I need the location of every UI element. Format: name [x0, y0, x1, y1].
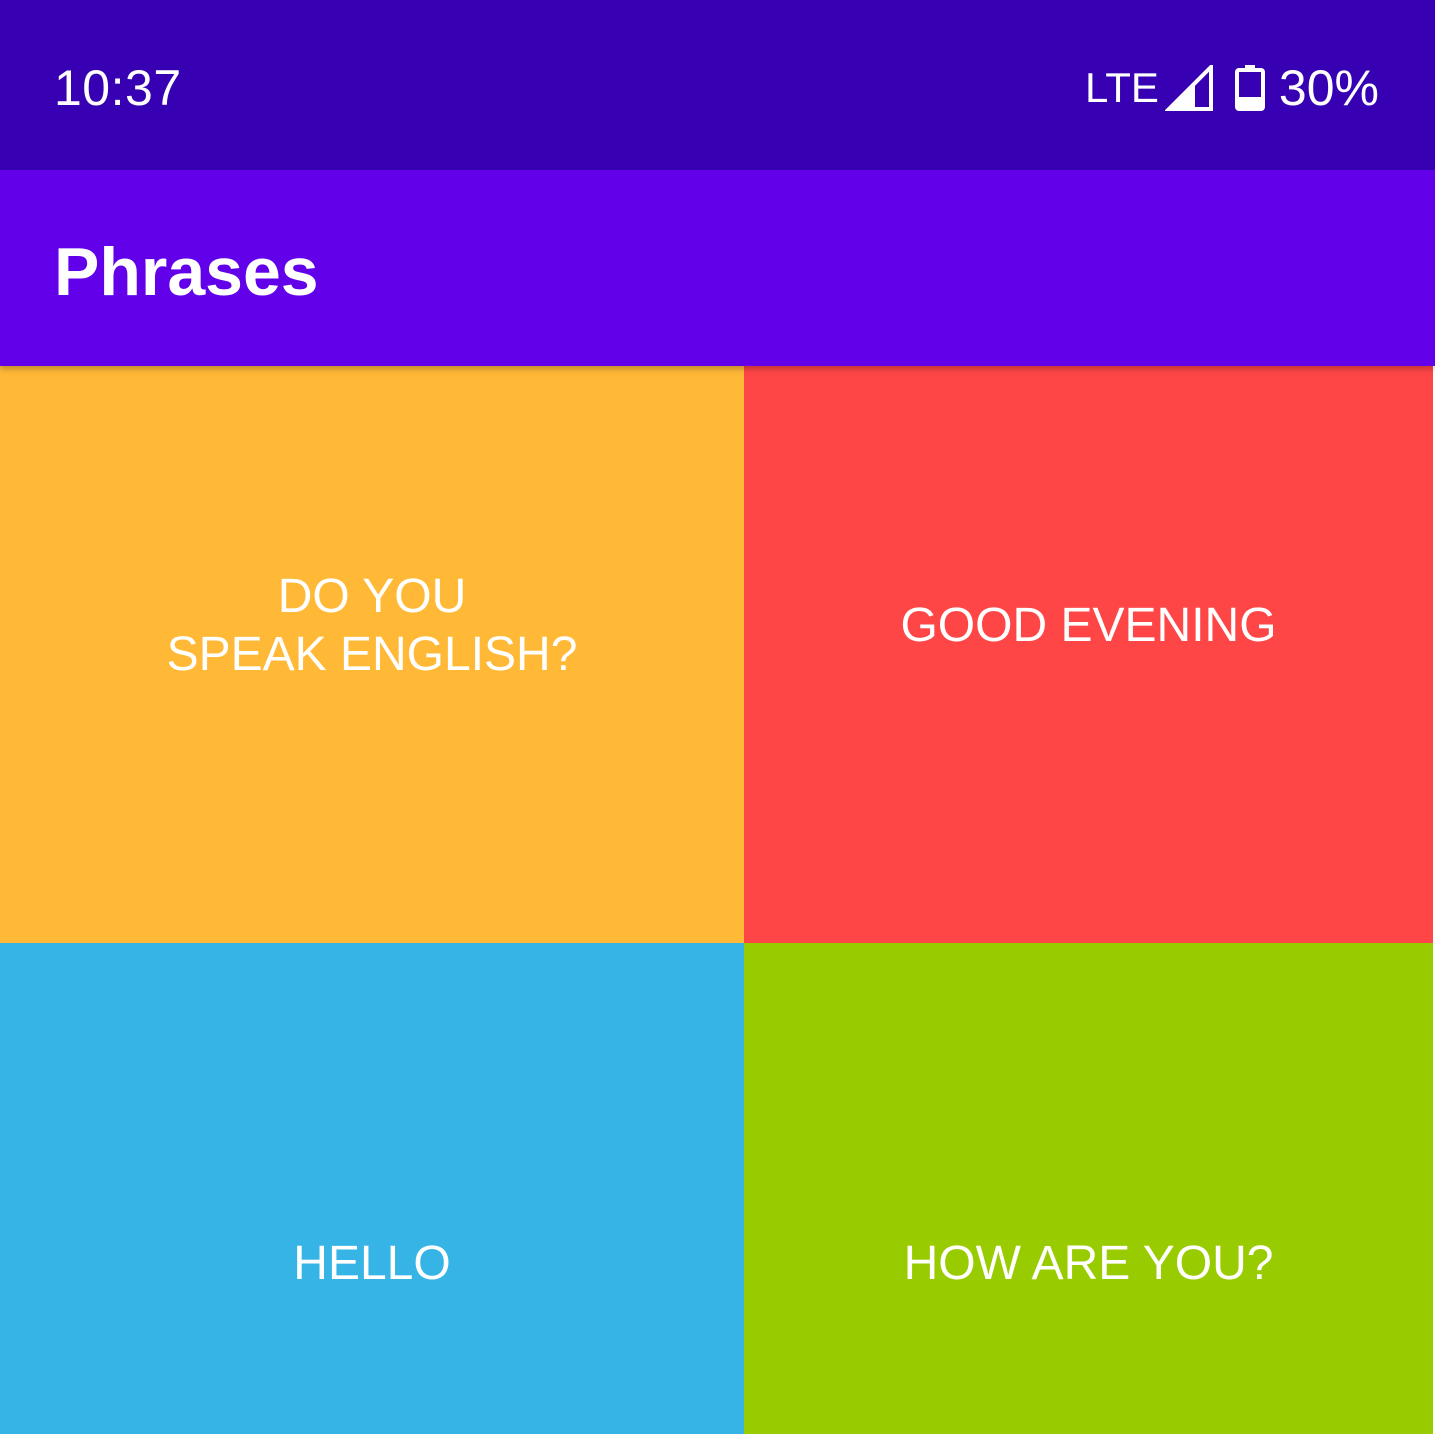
phrase-tile-how-are-you[interactable]: HOW ARE YOU?	[744, 943, 1433, 1434]
status-indicators: LTE 30%	[1085, 58, 1379, 118]
battery-icon	[1234, 65, 1265, 111]
network-type: LTE	[1085, 64, 1159, 111]
phrase-tile-good-evening[interactable]: GOOD EVENING	[744, 366, 1433, 943]
phrase-tile-hello[interactable]: HELLO	[0, 943, 744, 1434]
page-title: Phrases	[54, 234, 319, 310]
phrase-label: GOOD EVENING	[900, 599, 1277, 652]
phrase-grid: DO YOU SPEAK ENGLISH? GOOD EVENING HELLO…	[0, 366, 1435, 1434]
phrase-tile-do-you-speak-english[interactable]: DO YOU SPEAK ENGLISH?	[0, 366, 744, 943]
signal-strength-icon	[1164, 65, 1213, 111]
phrase-label: HELLO	[293, 1237, 451, 1290]
battery-percent: 30%	[1278, 60, 1379, 116]
phrase-label: DO YOU SPEAK ENGLISH?	[166, 570, 578, 681]
status-time: 10:37	[54, 60, 182, 116]
phrase-label: HOW ARE YOU?	[903, 1237, 1274, 1290]
status-bar: 10:37 LTE 30%	[0, 0, 1435, 170]
